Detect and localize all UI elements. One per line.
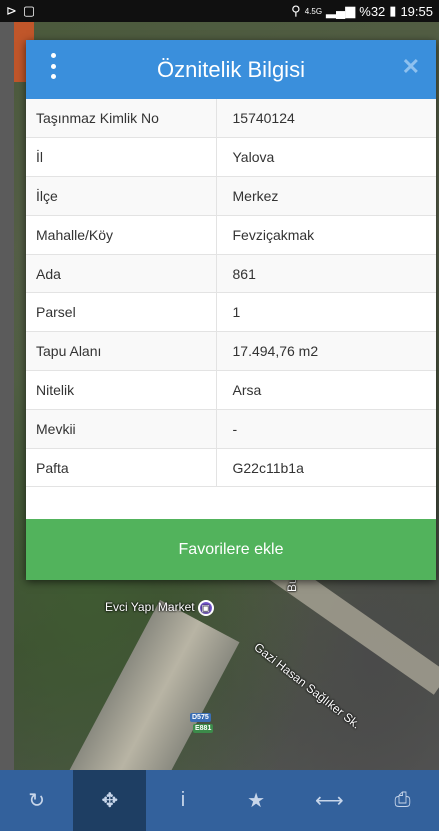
more-vertical-icon[interactable]: [48, 53, 58, 79]
dialog-header: Öznitelik Bilgisi ✕: [26, 40, 436, 99]
status-bar: ⊳ ▢ ⚲ 4.5G ▂▄▆ %32 ▮ 19:55: [0, 0, 439, 22]
table-row: Tapu Alanı 17.494,76 m2: [26, 331, 436, 372]
battery-percent: %32: [359, 3, 386, 19]
attribute-label: Taşınmaz Kimlik No: [26, 99, 217, 139]
table-row: İl Yalova: [26, 137, 436, 178]
attribute-value: 15740124: [216, 99, 436, 139]
attribute-label: Ada: [26, 254, 217, 294]
location-icon: ⚲: [291, 3, 301, 18]
signal-icon: ▂▄▆: [326, 3, 356, 18]
attribute-value: 861: [216, 254, 436, 294]
attribute-info-dialog: Öznitelik Bilgisi ✕ Taşınmaz Kimlik No 15…: [26, 40, 436, 580]
attribute-value: Arsa: [216, 370, 436, 410]
map-label-market[interactable]: Evci Yapı Market ▣: [105, 600, 214, 616]
bottom-toolbar: ↻ ✥ i ★ ⟷ ⎙: [0, 770, 439, 831]
table-row: Taşınmaz Kimlik No 15740124: [26, 99, 436, 139]
refresh-icon[interactable]: ↻: [0, 770, 73, 831]
battery-icon: ▮: [389, 3, 397, 18]
attribute-label: İl: [26, 137, 217, 178]
attribute-label: Nitelik: [26, 370, 217, 410]
close-icon[interactable]: ✕: [402, 54, 420, 80]
road-shield-d575: D575: [190, 713, 211, 722]
table-row: Ada 861: [26, 254, 436, 294]
map-edge: [0, 22, 14, 770]
attribute-value: Fevziçakmak: [216, 215, 436, 255]
attribute-value: G22c11b1a: [216, 448, 436, 488]
attribute-value: 1: [216, 292, 436, 333]
road-shield-e881: E881: [193, 724, 214, 733]
table-row: Mahalle/Köy Fevziçakmak: [26, 215, 436, 255]
attribute-label: Pafta: [26, 448, 217, 488]
attribute-value: Yalova: [216, 137, 436, 178]
cast-icon: ⊳: [6, 3, 17, 18]
attribute-label: Mahalle/Köy: [26, 215, 217, 255]
star-icon[interactable]: ★: [220, 770, 293, 831]
attribute-label: Mevkii: [26, 409, 217, 449]
table-row: İlçe Merkez: [26, 176, 436, 216]
attribute-value: 17.494,76 m2: [216, 331, 436, 372]
attribute-label: İlçe: [26, 176, 217, 216]
table-row: Mevkii -: [26, 409, 436, 449]
measure-icon[interactable]: ⟷: [293, 770, 366, 831]
table-row: Parsel 1: [26, 292, 436, 333]
locate-icon[interactable]: ✥: [73, 770, 147, 831]
screenshot-icon: ▢: [22, 3, 36, 18]
dialog-title: Öznitelik Bilgisi: [157, 56, 305, 82]
add-favorite-button[interactable]: Favorilere ekle: [26, 519, 436, 580]
attribute-label: Tapu Alanı: [26, 331, 217, 372]
print-icon[interactable]: ⎙: [366, 770, 439, 831]
table-row: Pafta G22c11b1a: [26, 448, 436, 488]
info-icon[interactable]: i: [146, 770, 219, 831]
network-type: 4.5G: [304, 6, 323, 16]
clock: 19:55: [400, 3, 433, 19]
attribute-value: -: [216, 409, 436, 449]
attribute-label: Parsel: [26, 292, 217, 333]
table-row: Nitelik Arsa: [26, 370, 436, 410]
shop-pin-icon: ▣: [197, 600, 214, 616]
attribute-value: Merkez: [216, 176, 436, 216]
attribute-table: Taşınmaz Kimlik No 15740124 İl Yalova İlçe Me…: [26, 99, 436, 488]
